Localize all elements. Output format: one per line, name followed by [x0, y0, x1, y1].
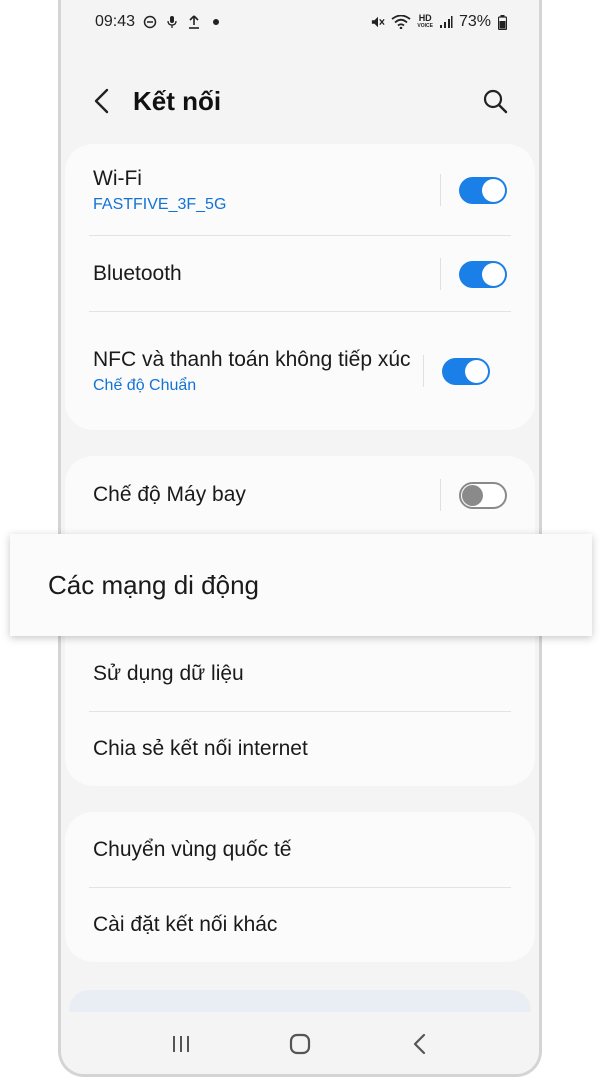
search-button[interactable] [477, 83, 513, 119]
home-button[interactable] [280, 1024, 320, 1064]
mobile-networks-row[interactable]: Các mạng di động [10, 534, 592, 636]
data-usage-label: Sử dụng dữ liệu [93, 662, 244, 685]
status-bar: 09:43 HD VOICE 73% [61, 0, 539, 44]
hotspot-row[interactable]: Chia sẻ kết nối internet [65, 712, 535, 786]
nav-back-icon [414, 1033, 426, 1055]
navigation-bar [61, 1012, 539, 1074]
search-icon [483, 89, 508, 114]
back-button[interactable] [87, 81, 115, 121]
upload-icon [187, 15, 201, 29]
nfc-mode: Chế độ Chuẩn [93, 377, 197, 394]
row-separator [440, 258, 441, 290]
back-arrow-icon [94, 88, 109, 114]
page-title: Kết nối [133, 85, 222, 116]
nfc-label: NFC và thanh toán không tiếp xúc [93, 348, 411, 371]
hotspot-label: Chia sẻ kết nối internet [93, 737, 308, 760]
do-not-disturb-icon [143, 15, 157, 29]
more-connection-settings-row[interactable]: Cài đặt kết nối khác [65, 888, 535, 962]
nfc-toggle[interactable] [442, 357, 490, 385]
battery-charging-icon [497, 14, 507, 30]
wifi-label: Wi-Fi [93, 167, 142, 190]
nfc-row[interactable]: NFC và thanh toán không tiếp xúc Chế độ … [65, 312, 535, 430]
notification-dot-icon [209, 15, 223, 29]
signal-icon [439, 15, 453, 29]
recent-apps-icon [172, 1036, 189, 1052]
battery-percent: 73% [458, 13, 491, 30]
wifi-row[interactable]: Wi-Fi FASTFIVE_3F_5G [65, 144, 535, 236]
mobile-networks-label: Các mạng di động [48, 569, 260, 600]
settings-group-connectivity: Wi-Fi FASTFIVE_3F_5G Bluetooth NFC và th… [65, 144, 535, 430]
row-separator [423, 355, 424, 387]
row-separator [440, 174, 441, 206]
data-usage-row[interactable]: Sử dụng dữ liệu [65, 636, 535, 712]
status-time: 09:43 [95, 13, 136, 30]
microphone-icon [165, 15, 179, 29]
roaming-label: Chuyển vùng quốc tế [93, 838, 292, 861]
airplane-mode-row[interactable]: Chế độ Máy bay [65, 456, 535, 534]
settings-group-more: Chuyển vùng quốc tế Cài đặt kết nối khác [65, 812, 535, 962]
airplane-mode-label: Chế độ Máy bay [93, 483, 246, 506]
roaming-row[interactable]: Chuyển vùng quốc tế [65, 812, 535, 888]
wifi-toggle[interactable] [459, 176, 507, 204]
bluetooth-row[interactable]: Bluetooth [65, 236, 535, 312]
mute-icon [371, 15, 386, 29]
nav-back-button[interactable] [399, 1024, 439, 1064]
airplane-mode-toggle[interactable] [459, 481, 507, 509]
wifi-network-name: FASTFIVE_3F_5G [93, 196, 227, 213]
wifi-icon [391, 15, 411, 29]
app-header: Kết nối [61, 70, 539, 132]
bluetooth-label: Bluetooth [93, 262, 182, 285]
recent-apps-button[interactable] [161, 1024, 201, 1064]
bluetooth-toggle[interactable] [459, 260, 507, 288]
hd-voice-icon: HD VOICE [417, 13, 433, 30]
home-icon [289, 1033, 311, 1055]
row-separator [440, 479, 441, 511]
more-connection-settings-label: Cài đặt kết nối khác [93, 913, 278, 936]
